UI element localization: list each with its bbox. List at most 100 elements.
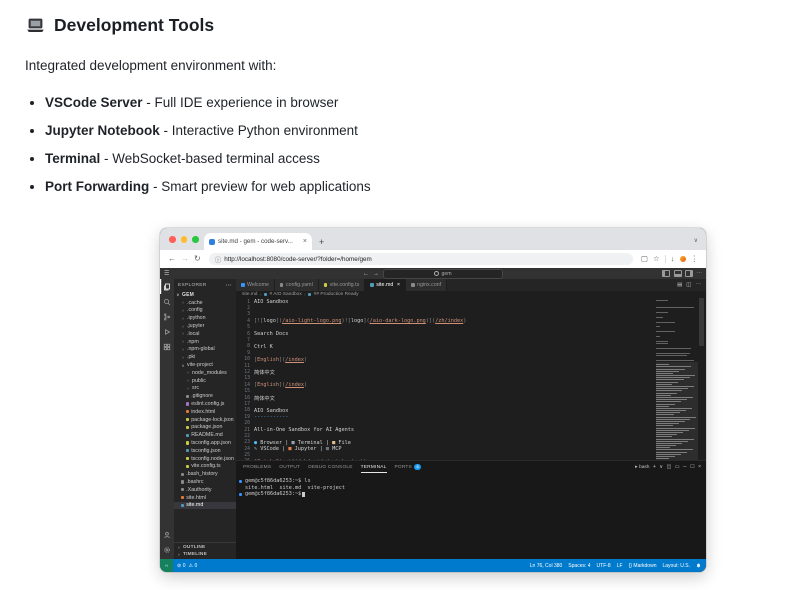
tree-item[interactable]: tsconfig.node.json: [174, 455, 236, 463]
remote-indicator[interactable]: ›‹: [160, 559, 173, 572]
panel-tab-output[interactable]: OUTPUT: [279, 461, 300, 473]
tree-item[interactable]: ›.npm: [174, 338, 236, 346]
browser-menu-icon[interactable]: ⋮: [691, 255, 699, 263]
kill-terminal-icon[interactable]: ▭: [675, 464, 680, 470]
settings-gear-icon[interactable]: [160, 542, 174, 557]
explorer-icon[interactable]: [160, 279, 174, 294]
tree-item[interactable]: ›.cache: [174, 299, 236, 307]
zoom-window-button[interactable]: [192, 236, 199, 243]
minimize-window-button[interactable]: [181, 236, 188, 243]
status-item[interactable]: Spaces: 4: [568, 563, 590, 569]
application-menu-icon[interactable]: ☰: [164, 271, 169, 277]
panel-tab-problems[interactable]: PROBLEMS: [243, 461, 271, 473]
toggle-secondary-sidebar-icon[interactable]: [685, 270, 693, 277]
tree-item[interactable]: .bashrc: [174, 478, 236, 486]
status-item[interactable]: LF: [617, 563, 623, 569]
search-activity-icon[interactable]: [160, 294, 174, 309]
tree-item[interactable]: ›.jupyter: [174, 322, 236, 330]
forward-button[interactable]: →: [181, 255, 189, 263]
scrollbar-thumb[interactable]: [699, 298, 704, 346]
tree-item[interactable]: ›src: [174, 385, 236, 393]
more-actions-icon[interactable]: ⋯: [696, 282, 702, 288]
split-editor-icon[interactable]: ◫: [686, 282, 691, 288]
run-debug-icon[interactable]: [160, 324, 174, 339]
command-center-search[interactable]: gem: [383, 269, 503, 279]
tree-item[interactable]: ›node_modules: [174, 369, 236, 377]
editor-tab[interactable]: Welcome: [236, 279, 275, 291]
terminal-output[interactable]: gem@c5f86da6253:~$ lssite.html site.md v…: [236, 473, 706, 498]
terminal-dropdown-icon[interactable]: ∨: [659, 464, 663, 470]
editor-tab[interactable]: nginx.conf: [406, 279, 447, 291]
customize-layout-icon[interactable]: ⋯: [697, 271, 703, 277]
tree-item[interactable]: ›.npm-global: [174, 346, 236, 354]
explorer-more-icon[interactable]: ⋯: [226, 282, 232, 289]
editor-tab[interactable]: config.yaml: [275, 279, 319, 291]
status-item[interactable]: {}Markdown: [629, 563, 657, 569]
new-terminal-icon[interactable]: +: [653, 464, 656, 470]
tree-item[interactable]: ∨vite-project: [174, 361, 236, 369]
tree-item[interactable]: ›.ipython: [174, 314, 236, 322]
tree-item[interactable]: tsconfig.json: [174, 447, 236, 455]
tree-item[interactable]: .Xauthority: [174, 486, 236, 494]
panel-tab-ports[interactable]: PORTS6: [395, 461, 422, 473]
tree-item[interactable]: package.json: [174, 424, 236, 432]
tree-item[interactable]: vite.config.ts: [174, 463, 236, 471]
tree-item[interactable]: .bash_history: [174, 470, 236, 478]
bookmark-star-icon[interactable]: ☆: [653, 255, 660, 263]
tree-item[interactable]: eslint.config.js: [174, 400, 236, 408]
editor-tab[interactable]: vite.config.ts: [319, 279, 365, 291]
editor-scrollbar[interactable]: [698, 298, 706, 460]
reading-mode-icon[interactable]: ▢: [641, 255, 648, 263]
account-icon[interactable]: [160, 527, 174, 542]
reload-button[interactable]: ↻: [194, 255, 201, 263]
editor-body[interactable]: 1AIO Sandbox234[![logo](/aio-light-logo.…: [236, 298, 706, 460]
minimap[interactable]: [656, 298, 698, 460]
tree-item[interactable]: index.html: [174, 408, 236, 416]
code-editor[interactable]: 1AIO Sandbox234[![logo](/aio-light-logo.…: [236, 298, 656, 460]
tab-strip-chevron-icon[interactable]: ∨: [694, 237, 698, 244]
sidebar-section-timeline[interactable]: ›TIMELINE: [174, 551, 236, 558]
close-icon[interactable]: ×: [397, 282, 400, 288]
tree-item[interactable]: site.md: [174, 502, 236, 510]
status-item[interactable]: Ln 76, Col 380: [530, 563, 563, 569]
tree-item[interactable]: README.md: [174, 431, 236, 439]
breadcrumb-item[interactable]: # AIO Sandbox: [269, 292, 301, 297]
markdown-preview-icon[interactable]: ▤: [677, 282, 682, 288]
nav-forward-icon[interactable]: →: [373, 271, 379, 277]
close-window-button[interactable]: [169, 236, 176, 243]
site-info-icon[interactable]: ⓘ: [215, 254, 222, 264]
tree-item[interactable]: package-lock.json: [174, 416, 236, 424]
shell-selector[interactable]: ▸ bash: [635, 465, 649, 470]
problems-status[interactable]: ⊘0: [177, 563, 185, 569]
downloads-icon[interactable]: ↓: [671, 255, 675, 263]
extensions-icon[interactable]: [160, 339, 174, 354]
tree-item[interactable]: ›.local: [174, 330, 236, 338]
breadcrumb[interactable]: site.md›# AIO Sandbox›## Production Read…: [236, 291, 706, 298]
maximize-panel-icon[interactable]: ☐: [690, 464, 694, 470]
toggle-panel-icon[interactable]: [674, 270, 682, 277]
minimize-panel-icon[interactable]: ─: [683, 464, 687, 470]
new-tab-button[interactable]: +: [319, 238, 324, 247]
split-terminal-icon[interactable]: ◫: [667, 464, 672, 470]
notifications-bell-icon[interactable]: [696, 563, 701, 568]
tree-item[interactable]: ∨GEM: [174, 291, 236, 299]
nav-back-icon[interactable]: ←: [363, 271, 369, 277]
toggle-sidebar-icon[interactable]: [662, 270, 670, 277]
tree-item[interactable]: tsconfig.app.json: [174, 439, 236, 447]
breadcrumb-item[interactable]: ## Production Ready: [314, 292, 359, 297]
status-item[interactable]: UTF-8: [597, 563, 611, 569]
tree-item[interactable]: .gitignore: [174, 392, 236, 400]
panel-tab-debug-console[interactable]: DEBUG CONSOLE: [308, 461, 352, 473]
problems-status[interactable]: ⚠0: [188, 563, 197, 569]
panel-tab-terminal[interactable]: TERMINAL: [361, 461, 387, 473]
sidebar-section-outline[interactable]: ›OUTLINE: [174, 544, 236, 551]
browser-tab[interactable]: site.md - gem - code-serv... ×: [204, 233, 312, 250]
tree-item[interactable]: ›.pki: [174, 353, 236, 361]
back-button[interactable]: ←: [168, 255, 176, 263]
editor-tab[interactable]: site.md×: [365, 279, 406, 291]
address-bar[interactable]: ⓘ http://localhost:8080/code-server/?fol…: [209, 253, 633, 265]
close-panel-icon[interactable]: ×: [698, 464, 701, 470]
status-item[interactable]: Layout: U.S.: [662, 563, 690, 569]
tree-item[interactable]: site.html: [174, 494, 236, 502]
close-tab-icon[interactable]: ×: [303, 238, 307, 245]
